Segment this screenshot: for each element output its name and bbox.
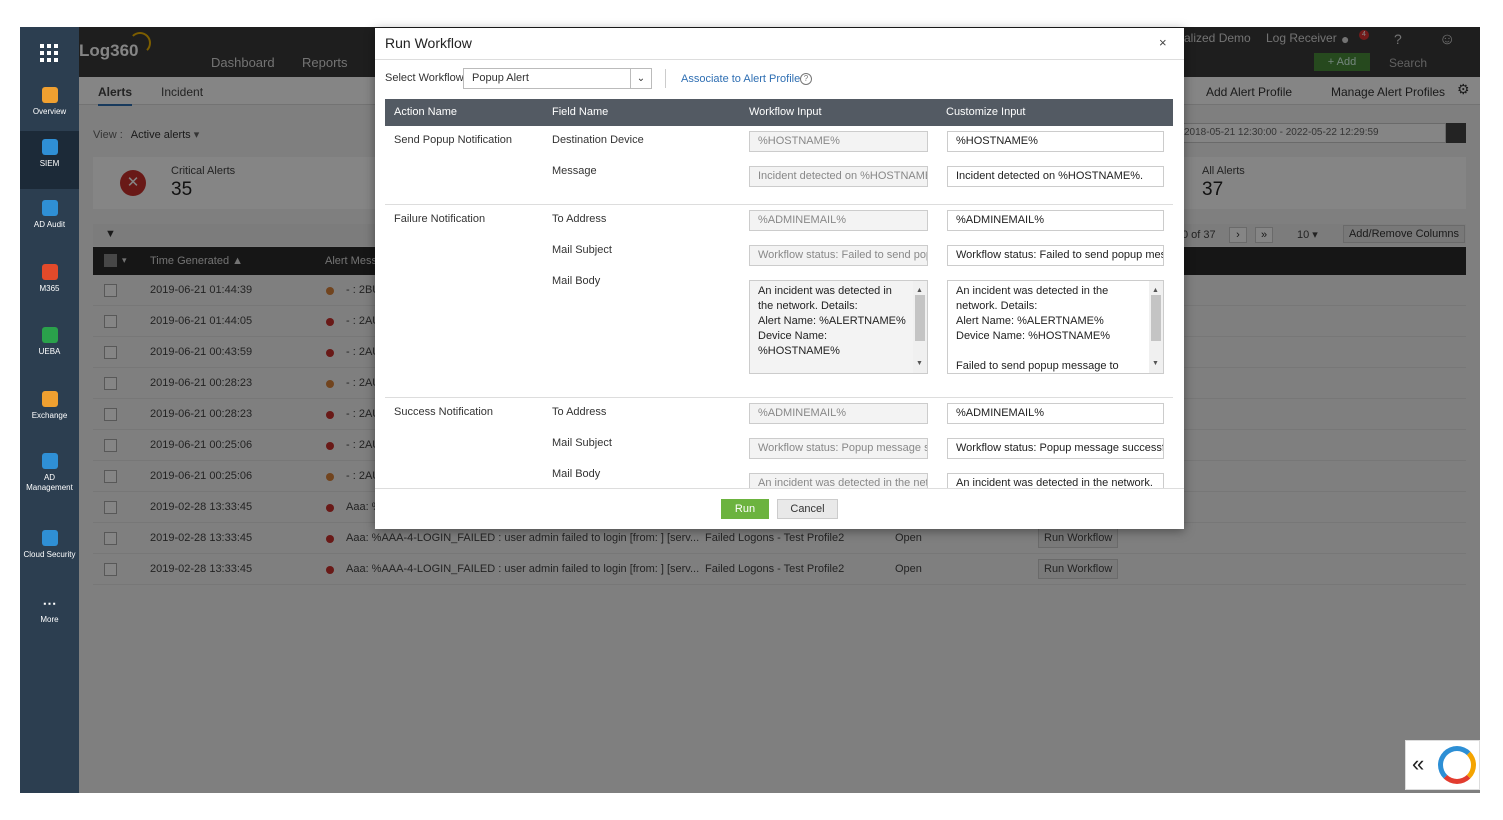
workflow-mail-body: An incident was detected in the network. [749, 473, 928, 488]
field-name: To Address [552, 406, 607, 418]
sidebar-item-ueba[interactable]: UEBA [20, 319, 79, 377]
sidebar-item-siem[interactable]: SIEM [20, 131, 79, 189]
sidebar-item-label: Exchange [31, 411, 68, 420]
sidebar-item-label: Cloud Security [23, 550, 76, 559]
overview-icon [41, 87, 58, 103]
mail-body-line [956, 344, 1143, 359]
customize-input-field[interactable]: %ADMINEMAIL% [947, 210, 1164, 231]
sidebar-item-label: UEBA [38, 347, 61, 356]
sidebar-item-label: SIEM [39, 159, 60, 168]
exchange-icon [41, 391, 58, 407]
sidebar-item-label: More [40, 615, 59, 624]
scroll-down-icon[interactable]: ▼ [1152, 356, 1159, 371]
left-nav: Overview SIEM AD Audit M365 UEBA Exchange AD M… [20, 27, 79, 793]
select-workflow-dropdown[interactable]: Popup Alert ⌄ [463, 68, 652, 89]
col-workflow-input: Workflow Input [749, 106, 822, 118]
siem-icon [41, 139, 58, 155]
customize-mail-body[interactable]: An incident was detected in the network.… [947, 280, 1164, 374]
workflow-input-field: %ADMINEMAIL% [749, 403, 928, 424]
action-name: Send Popup Notification [394, 134, 513, 146]
sidebar-item-label: AD Audit [33, 220, 66, 229]
mail-body-line: An incident was detected in the network.… [758, 285, 892, 312]
field-name: Mail Subject [552, 437, 612, 449]
workflow-mail-body: An incident was detected in the network.… [749, 280, 928, 374]
action-name: Success Notification [394, 406, 494, 418]
sidebar-item-exchange[interactable]: Exchange [20, 383, 79, 441]
mail-body-line: Alert Name: %ALERTNAME% [758, 315, 906, 327]
sidebar-item-overview[interactable]: Overview [20, 79, 79, 137]
sidebar-item-label: Overview [32, 107, 67, 116]
select-workflow-value: Popup Alert [472, 72, 529, 84]
scroll-thumb[interactable] [1151, 295, 1161, 341]
field-name: Mail Body [552, 275, 601, 287]
sidebar-item-cloud-security[interactable]: Cloud Security [20, 522, 79, 580]
sidebar-item-ad-audit[interactable]: AD Audit [20, 192, 79, 250]
customize-input-field[interactable]: %ADMINEMAIL% [947, 403, 1164, 424]
zoho-logo-icon [1438, 746, 1476, 784]
col-customize-input: Customize Input [946, 106, 1026, 118]
app-grid-icon[interactable] [40, 44, 58, 62]
collapse-arrows-icon[interactable]: « [1412, 751, 1424, 777]
sidebar-item-label: M365 [39, 284, 60, 293]
workflow-input-field: Workflow status: Failed to send popup me… [749, 245, 928, 266]
sidebar-item-more[interactable]: ⋯ More [20, 587, 79, 645]
cloud-security-icon [41, 530, 58, 546]
scrollbar[interactable]: ▲ ▼ [913, 281, 927, 373]
col-field-name: Field Name [552, 106, 609, 118]
customize-input-field[interactable]: Workflow status: Failed to send popup me… [947, 245, 1164, 266]
modal-footer: Run Cancel [375, 488, 1184, 529]
workflow-input-field: %ADMINEMAIL% [749, 210, 928, 231]
help-icon[interactable]: ? [800, 73, 812, 85]
mail-body-line: An incident was detected in the network.… [956, 285, 1109, 312]
scroll-thumb[interactable] [915, 295, 925, 341]
col-action-name: Action Name [394, 106, 457, 118]
divider [385, 397, 1173, 398]
select-workflow-label: Select Workflow [385, 72, 464, 84]
customize-input-field[interactable]: Incident detected on %HOSTNAME%. [947, 166, 1164, 187]
workflow-table-body: Send Popup Notification Destination Devi… [385, 126, 1173, 488]
sidebar-item-m365[interactable]: M365 [20, 256, 79, 314]
divider [385, 204, 1173, 205]
customize-input-field[interactable]: %HOSTNAME% [947, 131, 1164, 152]
field-name: Mail Subject [552, 244, 612, 256]
sidebar-item-ad-management[interactable]: AD Management [20, 445, 79, 503]
workflow-table-header: Action Name Field Name Workflow Input Cu… [385, 99, 1173, 126]
field-name: Message [552, 165, 597, 177]
customize-input-field[interactable]: Workflow status: Popup message successfu… [947, 438, 1164, 459]
mail-body-line: Device Name: %HOSTNAME% [956, 330, 1111, 342]
chevron-down-icon[interactable]: ⌄ [630, 69, 651, 88]
customize-mail-body[interactable]: An incident was detected in the network. [947, 473, 1164, 488]
scrollbar[interactable]: ▲ ▼ [1149, 281, 1163, 373]
field-name: Mail Body [552, 468, 601, 480]
mail-body-line: Failed to send popup message to [956, 360, 1119, 372]
chat-widget[interactable]: « [1405, 740, 1480, 790]
field-name: To Address [552, 213, 607, 225]
mail-body-line: Device Name: %HOSTNAME% [758, 330, 840, 357]
run-button[interactable]: Run [721, 499, 769, 519]
sidebar-item-label: AD Management [26, 473, 73, 492]
divider [375, 59, 1184, 60]
m365-icon [41, 264, 58, 280]
workflow-input-field: Workflow status: Popup message sent succ… [749, 438, 928, 459]
scroll-down-icon[interactable]: ▼ [916, 356, 923, 371]
ad-audit-icon [41, 200, 58, 216]
field-name: Destination Device [552, 134, 644, 146]
workflow-input-field: %HOSTNAME% [749, 131, 928, 152]
cancel-button[interactable]: Cancel [777, 499, 838, 519]
divider [665, 69, 666, 88]
action-name: Failure Notification [394, 213, 486, 225]
ad-management-icon [41, 453, 58, 469]
mail-body-line: Alert Name: %ALERTNAME% [956, 315, 1104, 327]
close-icon[interactable]: × [1159, 35, 1167, 50]
associate-alert-profile-link[interactable]: Associate to Alert Profile [681, 73, 800, 85]
more-icon: ⋯ [41, 595, 58, 611]
workflow-input-field: Incident detected on %HOSTNAME%. [749, 166, 928, 187]
run-workflow-modal: Run Workflow × Select Workflow Popup Ale… [375, 28, 1184, 529]
modal-title: Run Workflow [385, 35, 472, 51]
ueba-icon [41, 327, 58, 343]
